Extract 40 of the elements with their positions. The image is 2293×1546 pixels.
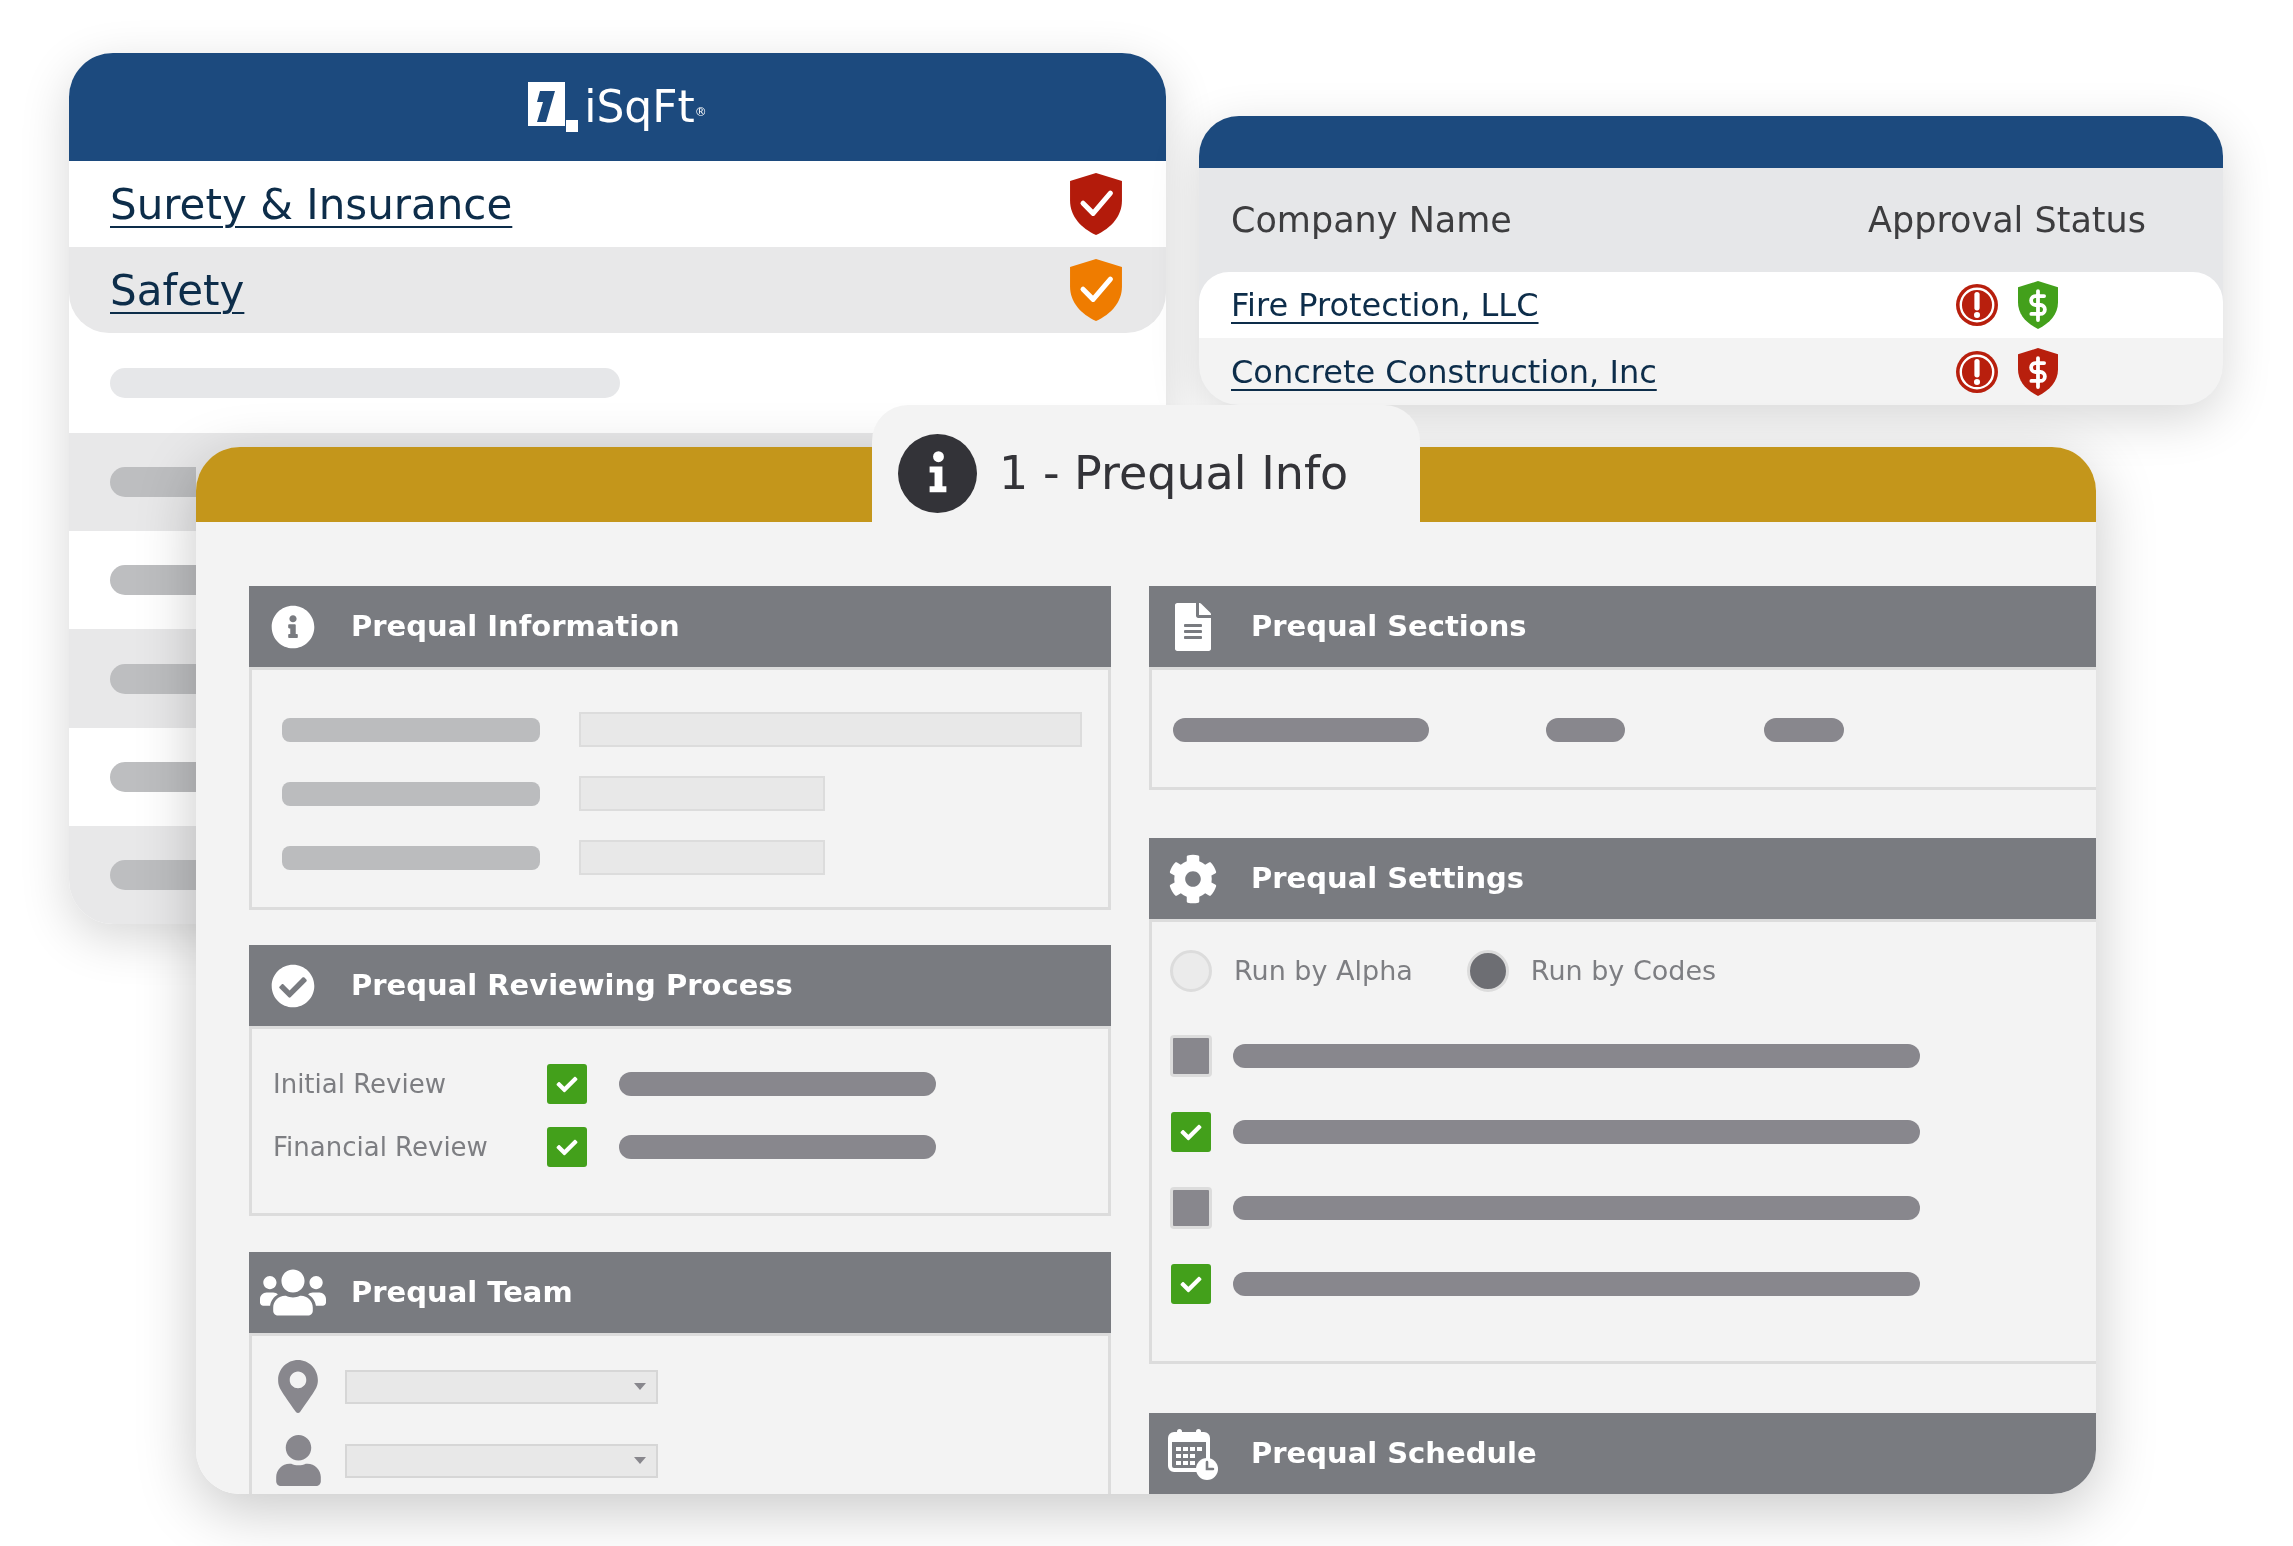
column-header: Company Name [1231,198,1513,242]
info-icon [898,434,977,513]
map-pin-icon [278,1360,318,1413]
person-icon [275,1435,321,1486]
caret-icon [634,1457,646,1464]
review-label: Initial Review [273,1067,447,1101]
dropdown-field[interactable] [345,1369,658,1404]
section-title: Prequal Information [351,607,680,645]
radio-label: Run by Codes [1530,953,1717,988]
settings-icon [1168,853,1218,904]
section-title: Prequal Settings [1251,859,1525,897]
dropdown-field[interactable] [345,1443,658,1478]
logo-mark-icon [528,82,579,132]
checkbox[interactable] [1170,1187,1212,1229]
section-title: Prequal Reviewing Process [351,966,793,1004]
section-title: Prequal Schedule [1251,1434,1537,1472]
company-link[interactable]: Fire Protection, LLC [1231,281,1539,329]
checkbox[interactable] [1171,1112,1211,1152]
checkbox[interactable] [1171,1264,1211,1304]
logo-text: iSqFt$^{®}$ [584,85,707,129]
caret-icon [634,1383,646,1390]
people-icon [260,1266,326,1319]
calendar-clock-icon [1168,1427,1218,1480]
section-title: Prequal Team [351,1273,573,1311]
category-row[interactable]: Surety & Insurance [69,161,1166,247]
checkbox[interactable] [1170,1035,1212,1077]
radio-label: Run by Alpha [1234,953,1413,988]
tab[interactable]: 1 - Prequal Info [872,405,1420,522]
column-header: Approval Status [1868,198,2146,242]
category-link[interactable]: Surety & Insurance [110,172,513,236]
checkbox[interactable] [547,1064,587,1104]
section-title: Prequal Sections [1251,607,1527,645]
category-row[interactable]: Safety [69,247,1166,333]
category-link[interactable]: Safety [110,258,245,322]
checkbox[interactable] [547,1127,587,1167]
company-link[interactable]: Concrete Construction, Inc [1231,347,1657,396]
review-label: Financial Review [273,1130,489,1164]
info-icon [271,604,315,649]
radio-button[interactable] [1466,950,1509,992]
document-icon [1175,602,1211,651]
